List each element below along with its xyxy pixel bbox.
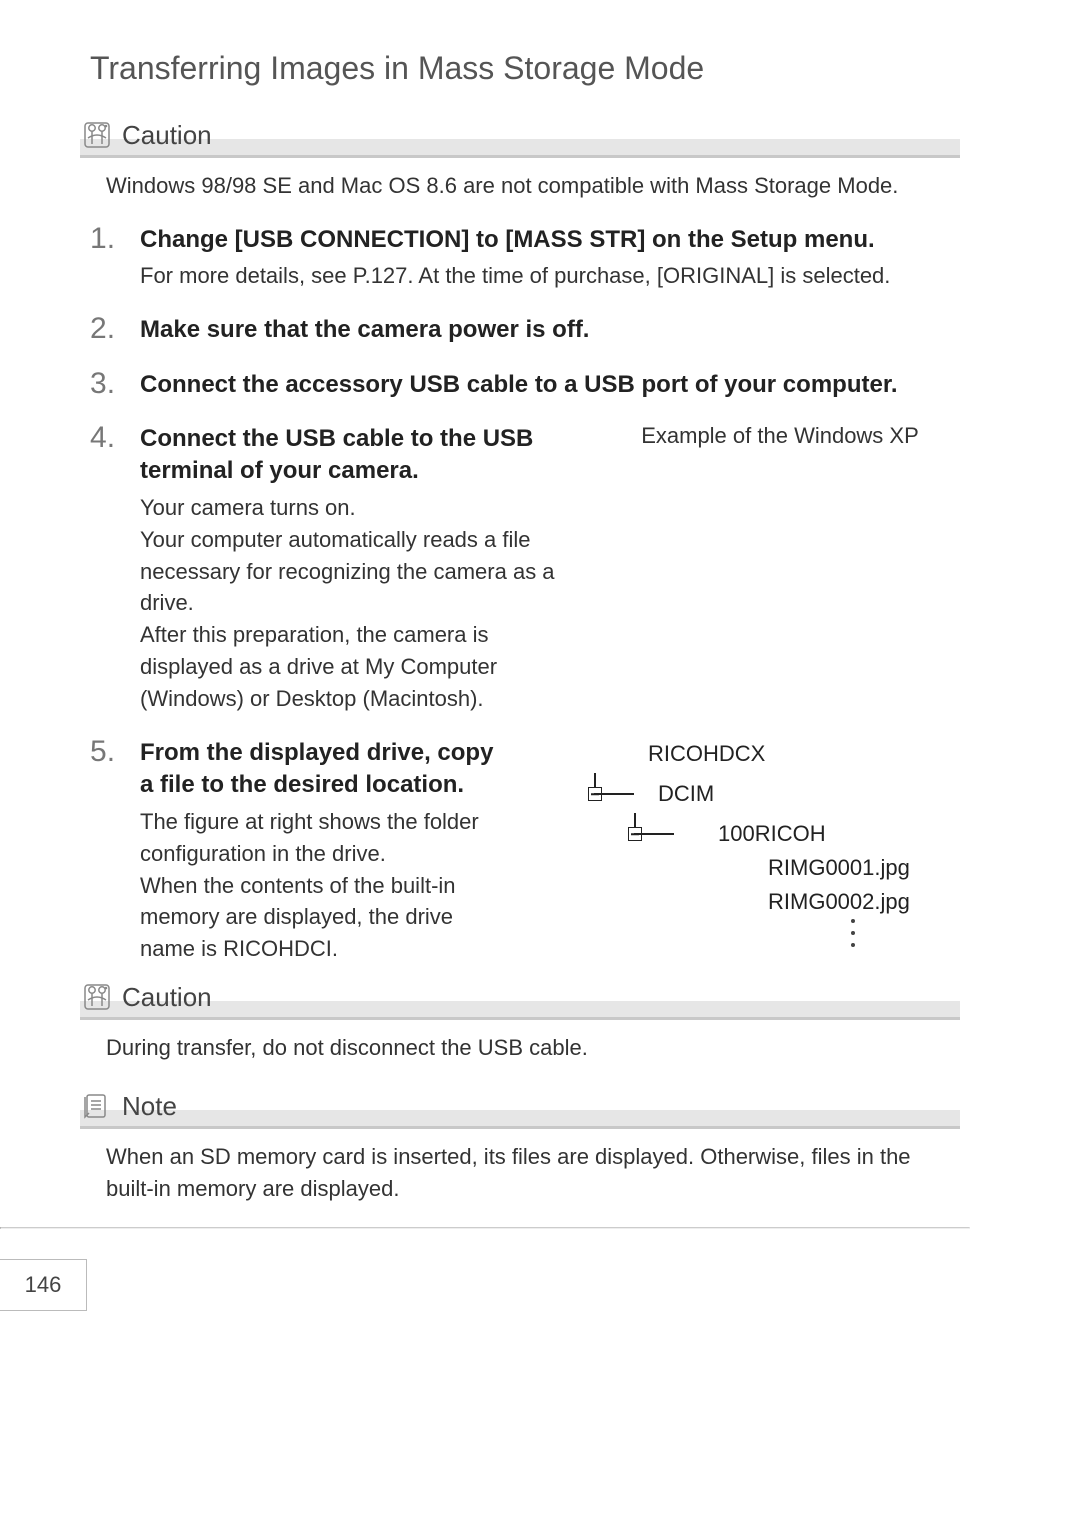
step-1: Change [USB CONNECTION] to [MASS STR] on… <box>90 224 960 292</box>
caution-block-2: Caution During transfer, do not disconne… <box>80 977 960 1064</box>
callout-header: Note <box>80 1086 960 1129</box>
tree-root: RICOHDCX <box>648 737 960 771</box>
note-block: Note When an SD memory card is inserted,… <box>80 1086 960 1205</box>
section-title: Transferring Images in Mass Storage Mode <box>90 50 960 87</box>
step-3: Connect the accessory USB cable to a USB… <box>90 369 960 401</box>
caution-icon <box>80 118 114 152</box>
page-number: 146 <box>0 1259 87 1311</box>
callout-title: Caution <box>122 120 212 151</box>
manual-page: Transferring Images in Mass Storage Mode… <box>0 0 960 1311</box>
tree-row: 100RICOH <box>628 817 960 851</box>
tree-file: RIMG0001.jpg <box>768 851 960 885</box>
step-head: Connect the accessory USB cable to a USB… <box>140 369 960 401</box>
tree-folder: DCIM <box>658 777 714 811</box>
step-5: From the displayed drive, copy a file to… <box>90 737 960 965</box>
callout-body: Windows 98/98 SE and Mac OS 8.6 are not … <box>106 170 960 202</box>
callout-body: When an SD memory card is inserted, its … <box>106 1141 960 1205</box>
step-head: Change [USB CONNECTION] to [MASS STR] on… <box>140 224 960 256</box>
tree-branch-icon <box>628 821 678 847</box>
caution-block-1: Caution Windows 98/98 SE and Mac OS 8.6 … <box>80 115 960 202</box>
figure-caption: Example of the Windows XP <box>600 423 960 449</box>
tree-row: DCIM <box>588 777 960 811</box>
caution-icon <box>80 980 114 1014</box>
tree-branch-icon <box>588 781 638 807</box>
callout-title: Note <box>122 1091 177 1122</box>
step-body: The figure at right shows the folder con… <box>140 806 508 965</box>
tree-folder: 100RICOH <box>718 817 826 851</box>
step-head: Make sure that the camera power is off. <box>140 314 960 346</box>
tree-file: RIMG0002.jpg <box>768 885 960 919</box>
ellipsis-vertical-icon <box>848 919 858 947</box>
callout-header: Caution <box>80 977 960 1020</box>
step-list: Change [USB CONNECTION] to [MASS STR] on… <box>90 224 960 965</box>
step-body: Your camera turns on. Your computer auto… <box>140 492 580 715</box>
step-4: Connect the USB cable to the USB termina… <box>90 423 960 715</box>
folder-tree: RICOHDCX DCIM 100RICOH RIMG0001.jpg RIMG… <box>588 737 960 947</box>
step-2: Make sure that the camera power is off. <box>90 314 960 346</box>
note-icon <box>80 1089 114 1123</box>
callout-body: During transfer, do not disconnect the U… <box>106 1032 960 1064</box>
footer-rule <box>0 1227 970 1229</box>
callout-title: Caution <box>122 982 212 1013</box>
step-head: Connect the USB cable to the USB termina… <box>140 423 580 488</box>
callout-header: Caution <box>80 115 960 158</box>
step-body: For more details, see P.127. At the time… <box>140 260 960 292</box>
step-head: From the displayed drive, copy a file to… <box>140 737 508 802</box>
page-footer: 146 <box>90 1259 960 1311</box>
